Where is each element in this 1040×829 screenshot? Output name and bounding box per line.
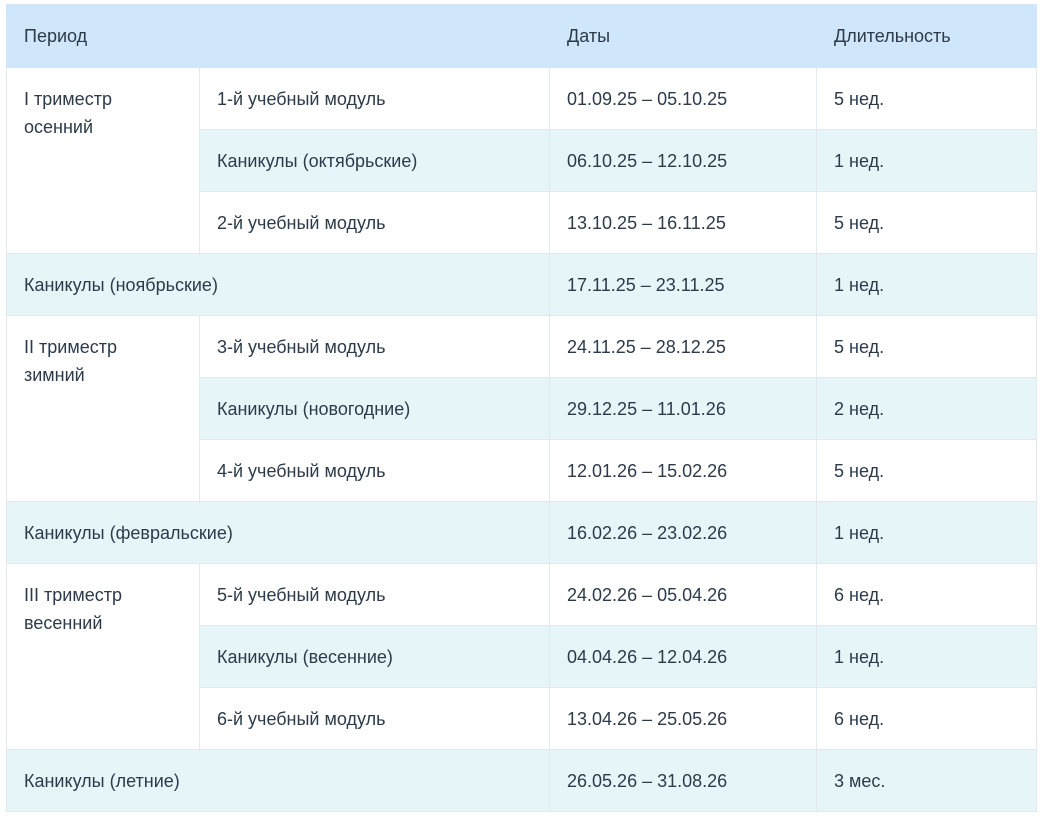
table-row: II триместр зимний 3-й учебный модуль 24… bbox=[6, 315, 1038, 502]
module-name: Каникулы (весенние) bbox=[198, 625, 551, 688]
table-header-row: Период Даты Длительность bbox=[5, 4, 1038, 68]
module-name: 3-й учебный модуль bbox=[198, 315, 551, 378]
duration: 6 нед. bbox=[816, 687, 1038, 750]
vacation-row: Каникулы (ноябрьские) 17.11.25 – 23.11.2… bbox=[5, 253, 1038, 316]
date-range: 29.12.25 – 11.01.26 bbox=[549, 377, 818, 440]
module-name: 4-й учебный модуль bbox=[198, 439, 551, 502]
schedule-table-container: Период Даты Длительность I триместр осен… bbox=[5, 4, 1038, 812]
date-range: 17.11.25 – 23.11.25 bbox=[549, 253, 818, 316]
duration: 5 нед. bbox=[816, 67, 1038, 130]
period-cell-trimester-1: I триместр осенний bbox=[6, 67, 200, 254]
duration: 1 нед. bbox=[816, 129, 1038, 192]
duration: 3 мес. bbox=[816, 749, 1038, 812]
date-range: 16.02.26 – 23.02.26 bbox=[549, 501, 818, 564]
date-range: 12.01.26 – 15.02.26 bbox=[549, 439, 818, 502]
period-season: весенний bbox=[24, 613, 103, 633]
table-row: I триместр осенний 1-й учебный модуль 01… bbox=[6, 67, 1038, 254]
period-title: II триместр bbox=[24, 337, 117, 357]
date-range: 13.04.26 – 25.05.26 bbox=[549, 687, 818, 750]
academic-schedule-table: Период Даты Длительность I триместр осен… bbox=[5, 4, 1038, 812]
date-range: 01.09.25 – 05.10.25 bbox=[549, 67, 818, 130]
duration: 5 нед. bbox=[816, 439, 1038, 502]
duration: 5 нед. bbox=[816, 191, 1038, 254]
module-name: 6-й учебный модуль bbox=[198, 687, 551, 750]
duration: 1 нед. bbox=[816, 253, 1038, 316]
module-name: Каникулы (октябрьские) bbox=[198, 129, 551, 192]
duration: 1 нед. bbox=[816, 501, 1038, 564]
duration: 6 нед. bbox=[816, 563, 1038, 626]
header-dates: Даты bbox=[549, 4, 818, 68]
vacation-name: Каникулы (летние) bbox=[5, 749, 551, 812]
vacation-name: Каникулы (февральские) bbox=[5, 501, 551, 564]
module-name: 5-й учебный модуль bbox=[198, 563, 551, 626]
module-name: Каникулы (новогодние) bbox=[198, 377, 551, 440]
period-season: зимний bbox=[24, 365, 85, 385]
period-title: I триместр bbox=[24, 89, 112, 109]
date-range: 06.10.25 – 12.10.25 bbox=[549, 129, 818, 192]
module-name: 1-й учебный модуль bbox=[198, 67, 551, 130]
period-season: осенний bbox=[24, 117, 94, 137]
date-range: 24.02.26 – 05.04.26 bbox=[549, 563, 818, 626]
period-cell-trimester-3: III триместр весенний bbox=[6, 563, 200, 750]
duration: 2 нед. bbox=[816, 377, 1038, 440]
period-cell-trimester-2: II триместр зимний bbox=[6, 315, 200, 502]
header-duration: Длительность bbox=[816, 4, 1038, 68]
header-period: Период bbox=[5, 4, 551, 68]
date-range: 13.10.25 – 16.11.25 bbox=[549, 191, 818, 254]
vacation-row: Каникулы (летние) 26.05.26 – 31.08.26 3 … bbox=[5, 749, 1038, 812]
vacation-name: Каникулы (ноябрьские) bbox=[5, 253, 551, 316]
date-range: 24.11.25 – 28.12.25 bbox=[549, 315, 818, 378]
period-title: III триместр bbox=[24, 585, 122, 605]
vacation-row: Каникулы (февральские) 16.02.26 – 23.02.… bbox=[5, 501, 1038, 564]
date-range: 04.04.26 – 12.04.26 bbox=[549, 625, 818, 688]
date-range: 26.05.26 – 31.08.26 bbox=[549, 749, 818, 812]
table-row: III триместр весенний 5-й учебный модуль… bbox=[6, 563, 1038, 750]
duration: 5 нед. bbox=[816, 315, 1038, 378]
duration: 1 нед. bbox=[816, 625, 1038, 688]
module-name: 2-й учебный модуль bbox=[198, 191, 551, 254]
